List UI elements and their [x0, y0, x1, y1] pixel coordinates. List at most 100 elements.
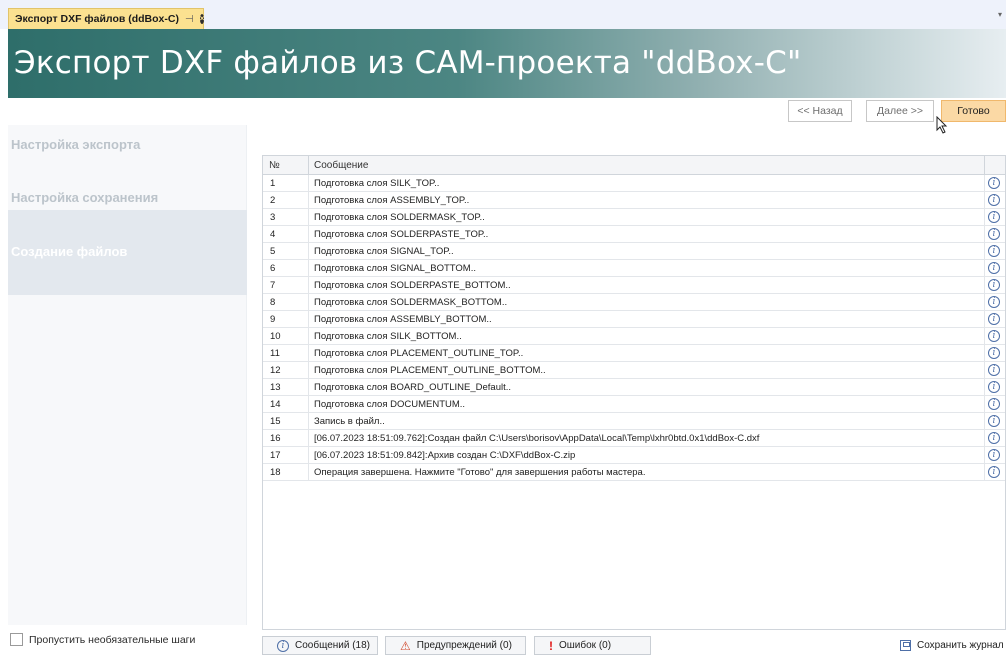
- info-icon[interactable]: i: [988, 347, 1000, 359]
- info-icon[interactable]: i: [988, 245, 1000, 257]
- column-divider: [984, 413, 985, 430]
- column-divider: [984, 447, 985, 464]
- warnings-filter-button[interactable]: ⚠ Предупреждений (0): [385, 636, 526, 655]
- table-row[interactable]: 1 Подготовка слоя SILK_TOP.. i: [263, 175, 1005, 192]
- tab-overflow-icon[interactable]: ▾: [998, 10, 1002, 19]
- row-message: Подготовка слоя PLACEMENT_OUTLINE_TOP..: [314, 348, 524, 359]
- row-message: Подготовка слоя SILK_TOP..: [314, 178, 440, 189]
- messages-filter-button[interactable]: i Сообщений (18): [262, 636, 378, 655]
- row-message: Подготовка слоя SIGNAL_TOP..: [314, 246, 454, 257]
- messages-grid[interactable]: № Сообщение 1 Подготовка слоя SILK_TOP.. i…: [262, 155, 1006, 630]
- column-divider: [308, 260, 309, 277]
- info-icon[interactable]: i: [988, 211, 1000, 223]
- info-icon[interactable]: i: [988, 381, 1000, 393]
- row-message: [06.07.2023 18:51:09.842]:Архив создан C…: [314, 450, 576, 461]
- column-divider: [984, 175, 985, 192]
- column-divider: [984, 362, 985, 379]
- row-number: 14: [270, 399, 281, 410]
- column-divider: [984, 464, 985, 481]
- column-header-number[interactable]: №: [269, 160, 280, 171]
- table-row[interactable]: 17 [06.07.2023 18:51:09.842]:Архив создан…: [263, 447, 1005, 464]
- row-message: [06.07.2023 18:51:09.762]:Создан файл C:…: [314, 433, 760, 444]
- column-divider: [308, 328, 309, 345]
- column-divider: [984, 277, 985, 294]
- table-row[interactable]: 8 Подготовка слоя SOLDERMASK_BOTTOM.. i: [263, 294, 1005, 311]
- info-icon[interactable]: i: [988, 466, 1000, 478]
- row-number: 18: [270, 467, 281, 478]
- info-icon[interactable]: i: [988, 330, 1000, 342]
- mouse-cursor-icon: [936, 116, 948, 134]
- table-row[interactable]: 9 Подготовка слоя ASSEMBLY_BOTTOM.. i: [263, 311, 1005, 328]
- step-create-files[interactable]: Создание файлов: [8, 210, 247, 295]
- column-divider: [308, 464, 309, 481]
- table-row[interactable]: 2 Подготовка слоя ASSEMBLY_TOP.. i: [263, 192, 1005, 209]
- document-tab[interactable]: Экспорт DXF файлов (ddBox-C) ⊣ ×: [8, 8, 205, 29]
- info-icon[interactable]: i: [988, 364, 1000, 376]
- wizard-steps-panel: Настройка экспорта Настройка сохранения …: [8, 125, 247, 625]
- info-icon[interactable]: i: [988, 296, 1000, 308]
- row-number: 4: [270, 229, 276, 240]
- table-row[interactable]: 13 Подготовка слоя BOARD_OUTLINE_Default.…: [263, 379, 1005, 396]
- column-divider: [984, 430, 985, 447]
- column-divider: [308, 345, 309, 362]
- back-button[interactable]: << Назад: [788, 100, 852, 122]
- info-icon[interactable]: i: [988, 415, 1000, 427]
- info-icon[interactable]: i: [988, 279, 1000, 291]
- column-divider: [984, 260, 985, 277]
- column-divider: [984, 209, 985, 226]
- row-message: Подготовка слоя SOLDERPASTE_BOTTOM..: [314, 280, 511, 291]
- pin-icon[interactable]: ⊣: [185, 14, 194, 25]
- info-icon[interactable]: i: [988, 398, 1000, 410]
- info-icon[interactable]: i: [988, 313, 1000, 325]
- row-message: Подготовка слоя SOLDERMASK_TOP..: [314, 212, 485, 223]
- column-divider: [308, 243, 309, 260]
- skip-optional-checkbox[interactable]: [10, 633, 23, 646]
- table-row[interactable]: 7 Подготовка слоя SOLDERPASTE_BOTTOM.. i: [263, 277, 1005, 294]
- info-icon[interactable]: i: [988, 432, 1000, 444]
- table-row[interactable]: 11 Подготовка слоя PLACEMENT_OUTLINE_TOP.…: [263, 345, 1005, 362]
- document-tab-title: Экспорт DXF файлов (ddBox-C): [15, 13, 179, 25]
- warnings-filter-label: Предупреждений (0): [416, 640, 512, 651]
- table-row[interactable]: 14 Подготовка слоя DOCUMENTUM.. i: [263, 396, 1005, 413]
- row-message: Подготовка слоя BOARD_OUTLINE_Default..: [314, 382, 512, 393]
- table-row[interactable]: 4 Подготовка слоя SOLDERPASTE_TOP.. i: [263, 226, 1005, 243]
- close-icon[interactable]: ×: [199, 14, 205, 24]
- table-row[interactable]: 18 Операция завершена. Нажмите "Готово" д…: [263, 464, 1005, 481]
- step-export-settings[interactable]: Настройка экспорта: [8, 137, 247, 152]
- column-header-message[interactable]: Сообщение: [314, 160, 368, 171]
- table-row[interactable]: 12 Подготовка слоя PLACEMENT_OUTLINE_BOTT…: [263, 362, 1005, 379]
- info-icon[interactable]: i: [988, 228, 1000, 240]
- skip-optional-steps[interactable]: Пропустить необязательные шаги: [10, 633, 195, 646]
- table-row[interactable]: 6 Подготовка слоя SIGNAL_BOTTOM.. i: [263, 260, 1005, 277]
- table-row[interactable]: 5 Подготовка слоя SIGNAL_TOP.. i: [263, 243, 1005, 260]
- info-icon[interactable]: i: [988, 194, 1000, 206]
- table-row[interactable]: 3 Подготовка слоя SOLDERMASK_TOP.. i: [263, 209, 1005, 226]
- column-divider: [308, 294, 309, 311]
- row-number: 6: [270, 263, 276, 274]
- table-row[interactable]: 15 Запись в файл.. i: [263, 413, 1005, 430]
- next-button[interactable]: Далее >>: [866, 100, 934, 122]
- column-divider: [984, 294, 985, 311]
- step-save-settings[interactable]: Настройка сохранения: [8, 190, 247, 205]
- row-number: 17: [270, 450, 281, 461]
- table-row[interactable]: 16 [06.07.2023 18:51:09.762]:Создан файл …: [263, 430, 1005, 447]
- save-log-button[interactable]: Сохранить журнал: [900, 640, 1004, 651]
- column-divider: [984, 226, 985, 243]
- skip-optional-label: Пропустить необязательные шаги: [29, 633, 196, 646]
- column-divider: [984, 328, 985, 345]
- row-number: 13: [270, 382, 281, 393]
- column-divider: [308, 362, 309, 379]
- column-divider: [308, 192, 309, 209]
- done-button[interactable]: Готово: [941, 100, 1006, 122]
- row-number: 1: [270, 178, 276, 189]
- table-row[interactable]: 10 Подготовка слоя SILK_BOTTOM.. i: [263, 328, 1005, 345]
- info-icon[interactable]: i: [988, 262, 1000, 274]
- row-number: 7: [270, 280, 276, 291]
- errors-filter-button[interactable]: ! Ошибок (0): [534, 636, 651, 655]
- row-message: Подготовка слоя SIGNAL_BOTTOM..: [314, 263, 476, 274]
- info-icon[interactable]: i: [988, 177, 1000, 189]
- row-number: 8: [270, 297, 276, 308]
- column-divider: [984, 311, 985, 328]
- info-icon[interactable]: i: [988, 449, 1000, 461]
- column-divider: [308, 311, 309, 328]
